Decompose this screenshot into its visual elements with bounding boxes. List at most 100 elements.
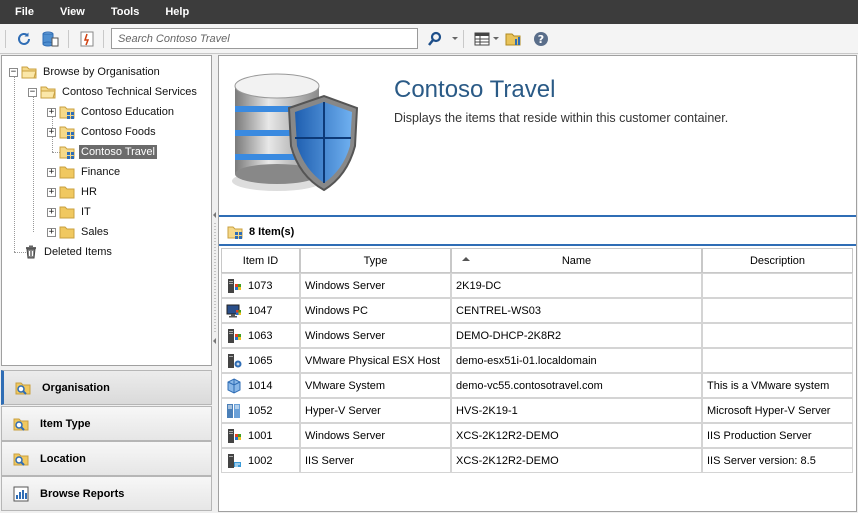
folder-icon [59,206,75,219]
help-icon[interactable]: ? [531,29,551,49]
table-row[interactable]: 1002 IIS Server XCS-2K12R2-DEMO IIS Server … [221,448,853,473]
cell-name[interactable]: XCS-2K12R2-DEMO [451,423,702,448]
cell-name[interactable]: XCS-2K12R2-DEMO [451,448,702,473]
columns-icon[interactable] [472,29,492,49]
tree-item-finance[interactable]: + Finance [47,163,122,181]
cell-description[interactable]: IIS Production Server [702,423,853,448]
cell-description[interactable] [702,323,853,348]
cell-item-id[interactable]: 1065 [221,348,300,373]
toolbar-separator [103,30,104,48]
cell-name[interactable]: HVS-2K19-1 [451,398,702,423]
cell-item-id[interactable]: 1063 [221,323,300,348]
tree-connector [33,92,34,232]
menu-tools[interactable]: Tools [101,0,150,24]
cell-name[interactable]: CENTREL-WS03 [451,298,702,323]
tree-item-customer[interactable]: − Contoso Technical Services [28,83,199,101]
tree-item-root[interactable]: − Browse by Organisation [9,63,162,81]
tree-item-label: Contoso Foods [81,126,156,138]
cell-name[interactable]: 2K19-DC [451,273,702,298]
cell-description[interactable]: Microsoft Hyper-V Server [702,398,853,423]
tree-item-hr[interactable]: + HR [47,183,99,201]
cell-type[interactable]: Windows PC [300,298,451,323]
menu-view[interactable]: View [50,0,95,24]
cell-description[interactable] [702,348,853,373]
expand-icon[interactable]: + [47,167,56,177]
tree-item-label: Finance [81,166,121,178]
search-input[interactable] [111,28,418,49]
collapse-icon[interactable]: − [28,87,37,97]
expand-icon[interactable]: + [47,227,56,237]
item-id-text: 1063 [248,329,273,342]
cell-type[interactable]: Windows Server [300,423,451,448]
expand-icon[interactable]: + [47,207,56,217]
items-header: 8 Item(s) [219,219,856,244]
columns-dropdown-icon[interactable] [493,37,499,40]
cell-description[interactable] [702,298,853,323]
cell-description[interactable]: IIS Server version: 8.5 [702,448,853,473]
divider [219,215,856,217]
table-row[interactable]: 1065 VMware Physical ESX Host demo-esx51i-… [221,348,853,373]
report-icon[interactable] [77,29,97,49]
cell-item-id[interactable]: 1073 [221,273,300,298]
table-row[interactable]: 1001 Windows Server XCS-2K12R2-DEMO IIS Pro… [221,423,853,448]
folder-chart-icon[interactable] [504,29,524,49]
tree-item-contoso-travel[interactable]: Contoso Travel [59,143,157,161]
tree-item-label: IT [81,206,91,218]
table-row[interactable]: 1073 Windows Server 2K19-DC [221,273,853,298]
cell-name[interactable]: DEMO-DHCP-2K8R2 [451,323,702,348]
nav-label: Location [40,452,86,465]
cell-type[interactable]: VMware Physical ESX Host [300,348,451,373]
column-header-type[interactable]: Type [300,248,451,273]
nav-organisation[interactable]: Organisation [1,370,212,405]
hyperv-icon [226,403,242,419]
iis-icon [226,453,242,469]
cell-type[interactable]: VMware System [300,373,451,398]
column-header-description[interactable]: Description [702,248,853,273]
cell-name[interactable]: demo-vc55.contosotravel.com [451,373,702,398]
cell-item-id[interactable]: 1001 [221,423,300,448]
tree-item-it[interactable]: + IT [47,203,93,221]
cell-item-id[interactable]: 1002 [221,448,300,473]
expand-icon[interactable]: + [47,107,56,117]
expand-icon[interactable]: + [47,187,56,197]
collapse-icon[interactable]: − [9,67,18,77]
search-folder-icon [12,415,30,433]
cell-type[interactable]: Hyper-V Server [300,398,451,423]
organisation-tree: − Browse by Organisation − Contoso Techn… [1,55,212,366]
svg-text:?: ? [538,33,544,46]
cell-description[interactable]: This is a VMware system [702,373,853,398]
cell-type[interactable]: IIS Server [300,448,451,473]
menu-help[interactable]: Help [155,0,199,24]
cell-item-id[interactable]: 1014 [221,373,300,398]
tree-item-contoso-foods[interactable]: + Contoso Foods [47,123,158,141]
tree-connector [14,72,15,252]
table-row[interactable]: 1063 Windows Server DEMO-DHCP-2K8R2 [221,323,853,348]
nav-item-type[interactable]: Item Type [1,406,212,441]
table-header-row: Item ID Type Name Description [221,248,853,273]
nav-label: Organisation [42,381,110,394]
cell-item-id[interactable]: 1052 [221,398,300,423]
search-dropdown-icon[interactable] [452,37,458,40]
cell-name[interactable]: demo-esx51i-01.localdomain [451,348,702,373]
database-icon[interactable] [40,29,60,49]
search-folder-icon [14,379,32,397]
table-row[interactable]: 1014 VMware System demo-vc55.contosotravel… [221,373,853,398]
search-icon[interactable] [425,29,445,49]
tree-item-deleted[interactable]: Deleted Items [24,243,114,261]
cell-description[interactable] [702,273,853,298]
cell-type[interactable]: Windows Server [300,273,451,298]
table-row[interactable]: 1052 Hyper-V Server HVS-2K19-1 Microsoft Hy… [221,398,853,423]
nav-location[interactable]: Location [1,441,212,476]
expand-icon[interactable]: + [47,127,56,137]
tree-item-contoso-education[interactable]: + Contoso Education [47,103,176,121]
table-row[interactable]: 1047 Windows PC CENTREL-WS03 [221,298,853,323]
nav-browse-reports[interactable]: Browse Reports [1,476,212,511]
column-header-item-id[interactable]: Item ID [221,248,300,273]
item-id-text: 1001 [248,429,273,442]
cell-type[interactable]: Windows Server [300,323,451,348]
column-header-name[interactable]: Name [451,248,702,273]
tree-item-sales[interactable]: + Sales [47,223,111,241]
refresh-icon[interactable] [14,29,34,49]
cell-item-id[interactable]: 1047 [221,298,300,323]
menu-file[interactable]: File [5,0,44,24]
